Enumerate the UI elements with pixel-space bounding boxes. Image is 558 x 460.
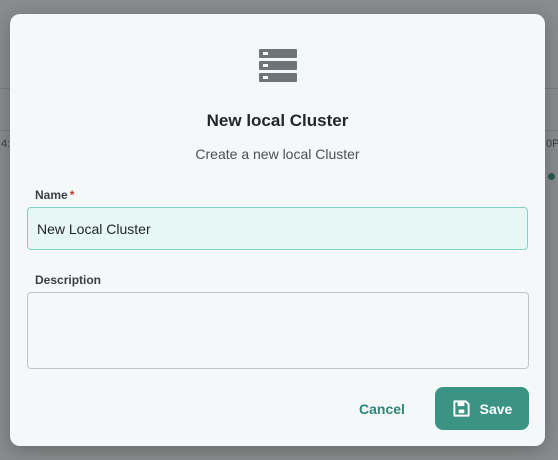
save-button[interactable]: Save (435, 387, 529, 430)
name-label-text: Name (35, 188, 68, 202)
name-input[interactable] (27, 207, 528, 250)
cancel-button[interactable]: Cancel (346, 387, 418, 431)
description-field-label: Description (35, 273, 102, 287)
server-stack-icon (259, 49, 297, 83)
dialog-title: New local Cluster (206, 111, 349, 130)
required-indicator: * (69, 188, 75, 202)
name-field-label: Name * (35, 188, 74, 202)
dialog-subtitle: Create a new local Cluster (195, 146, 360, 162)
floppy-disk-icon (453, 400, 470, 417)
new-cluster-dialog: New local Cluster Create a new local Clu… (10, 14, 545, 446)
save-button-label: Save (479, 400, 513, 417)
description-input[interactable] (27, 292, 529, 369)
